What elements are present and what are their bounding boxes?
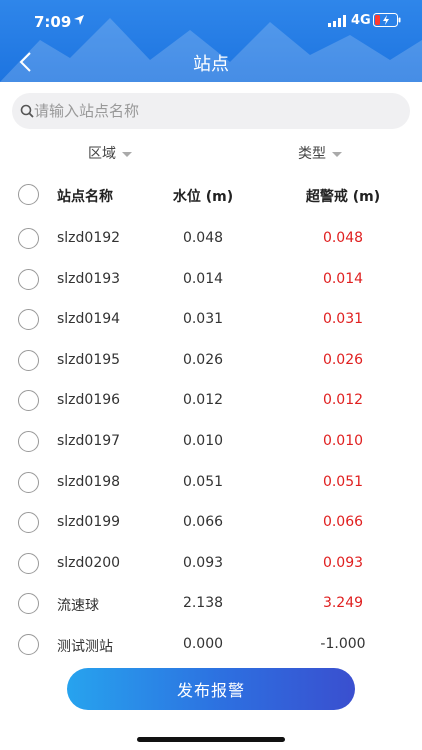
over-warning-value: 0.012 bbox=[322, 392, 364, 408]
home-indicator bbox=[137, 737, 285, 742]
row-select-radio[interactable] bbox=[18, 228, 39, 249]
type-filter-label: 类型 bbox=[298, 146, 326, 162]
caret-down-icon bbox=[122, 151, 132, 157]
water-level-value: 0.031 bbox=[182, 311, 224, 327]
station-name: slzd0200 bbox=[57, 555, 121, 571]
column-header-warning: 超警戒 (m) bbox=[305, 189, 381, 205]
row-select-radio[interactable] bbox=[18, 350, 39, 371]
cellular-signal-icon bbox=[328, 15, 346, 27]
water-level-value: 0.066 bbox=[182, 514, 224, 530]
over-warning-value: 0.093 bbox=[322, 555, 364, 571]
search-bar[interactable] bbox=[12, 93, 410, 129]
over-warning-value: 0.014 bbox=[322, 271, 364, 287]
row-select-radio[interactable] bbox=[18, 593, 39, 614]
over-warning-value: 0.066 bbox=[322, 514, 364, 530]
caret-down-icon bbox=[332, 151, 342, 157]
over-warning-value: -1.000 bbox=[320, 636, 366, 652]
network-type: 4G bbox=[351, 13, 371, 28]
water-level-value: 0.012 bbox=[182, 392, 224, 408]
over-warning-value: 0.010 bbox=[322, 433, 364, 449]
row-select-radio[interactable] bbox=[18, 309, 39, 330]
station-name: 流速球 bbox=[57, 598, 99, 614]
status-bar: 7:09 4G bbox=[0, 0, 422, 44]
column-header-name: 站点名称 bbox=[57, 189, 113, 205]
station-name: slzd0194 bbox=[57, 311, 121, 327]
region-filter-label: 区域 bbox=[88, 146, 116, 162]
over-warning-value: 0.031 bbox=[322, 311, 364, 327]
over-warning-value: 0.048 bbox=[322, 230, 364, 246]
battery-charging-icon bbox=[373, 13, 401, 27]
region-filter-dropdown[interactable]: 区域 bbox=[88, 143, 132, 163]
water-level-value: 0.051 bbox=[182, 474, 224, 490]
table-row[interactable]: slzd0192 0.048 0.048 bbox=[0, 219, 422, 259]
status-time: 7:09 bbox=[34, 13, 72, 31]
row-select-radio[interactable] bbox=[18, 269, 39, 290]
search-input[interactable] bbox=[34, 93, 394, 129]
table-row[interactable]: slzd0193 0.014 0.014 bbox=[0, 260, 422, 300]
water-level-value: 0.014 bbox=[182, 271, 224, 287]
water-level-value: 0.010 bbox=[182, 433, 224, 449]
row-select-radio[interactable] bbox=[18, 634, 39, 655]
water-level-value: 0.000 bbox=[182, 636, 224, 652]
table-row[interactable]: slzd0196 0.012 0.012 bbox=[0, 381, 422, 421]
water-level-value: 2.138 bbox=[182, 595, 224, 611]
search-icon bbox=[20, 104, 34, 118]
table-row[interactable]: slzd0197 0.010 0.010 bbox=[0, 422, 422, 462]
row-select-radio[interactable] bbox=[18, 390, 39, 411]
column-header-level: 水位 (m) bbox=[172, 189, 234, 205]
row-select-radio[interactable] bbox=[18, 431, 39, 452]
water-level-value: 0.048 bbox=[182, 230, 224, 246]
table-row[interactable]: slzd0200 0.093 0.093 bbox=[0, 544, 422, 584]
station-name: slzd0197 bbox=[57, 433, 121, 449]
header-bar: 7:09 4G 站点 bbox=[0, 0, 422, 82]
over-warning-value: 0.051 bbox=[322, 474, 364, 490]
water-level-value: 0.026 bbox=[182, 352, 224, 368]
over-warning-value: 3.249 bbox=[322, 595, 364, 611]
row-select-radio[interactable] bbox=[18, 472, 39, 493]
station-name: slzd0195 bbox=[57, 352, 121, 368]
table-row[interactable]: slzd0194 0.031 0.031 bbox=[0, 300, 422, 340]
station-name: slzd0198 bbox=[57, 474, 121, 490]
row-select-radio[interactable] bbox=[18, 512, 39, 533]
station-name: slzd0193 bbox=[57, 271, 121, 287]
table-row[interactable]: slzd0195 0.026 0.026 bbox=[0, 341, 422, 381]
table-header: 站点名称 水位 (m) 超警戒 (m) bbox=[0, 178, 422, 212]
table-row[interactable]: slzd0198 0.051 0.051 bbox=[0, 463, 422, 503]
table-row[interactable]: slzd0199 0.066 0.066 bbox=[0, 503, 422, 543]
location-arrow-icon bbox=[74, 15, 84, 25]
station-name: slzd0199 bbox=[57, 514, 121, 530]
table-row[interactable]: 测试测站 0.000 -1.000 bbox=[0, 625, 422, 665]
water-level-value: 0.093 bbox=[182, 555, 224, 571]
table-row[interactable]: 流速球 2.138 3.249 bbox=[0, 584, 422, 624]
publish-alarm-button[interactable]: 发布报警 bbox=[67, 668, 355, 710]
row-select-radio[interactable] bbox=[18, 553, 39, 574]
select-all-radio[interactable] bbox=[18, 184, 39, 205]
station-name: 测试测站 bbox=[57, 639, 113, 655]
page-title: 站点 bbox=[193, 54, 229, 75]
type-filter-dropdown[interactable]: 类型 bbox=[298, 143, 342, 163]
station-name: slzd0192 bbox=[57, 230, 121, 246]
station-name: slzd0196 bbox=[57, 392, 121, 408]
over-warning-value: 0.026 bbox=[322, 352, 364, 368]
